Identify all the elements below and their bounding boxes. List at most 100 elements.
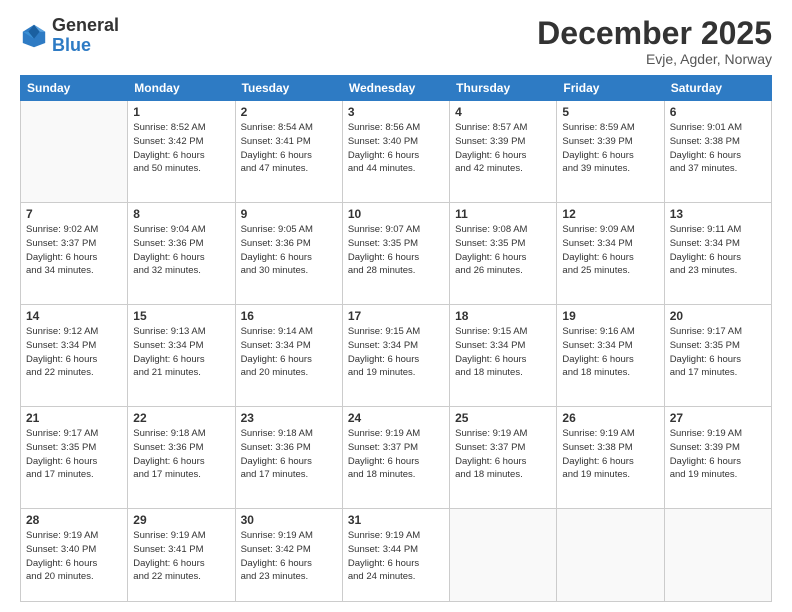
day-info: Sunrise: 9:19 AM Sunset: 3:37 PM Dayligh… bbox=[455, 427, 551, 482]
logo-text: General Blue bbox=[52, 16, 119, 56]
day-info: Sunrise: 9:19 AM Sunset: 3:40 PM Dayligh… bbox=[26, 529, 122, 584]
day-info: Sunrise: 9:14 AM Sunset: 3:34 PM Dayligh… bbox=[241, 325, 337, 380]
day-info: Sunrise: 9:12 AM Sunset: 3:34 PM Dayligh… bbox=[26, 325, 122, 380]
day-info: Sunrise: 9:19 AM Sunset: 3:37 PM Dayligh… bbox=[348, 427, 444, 482]
day-cell: 27 Sunrise: 9:19 AM Sunset: 3:39 PM Dayli… bbox=[664, 407, 771, 509]
day-number: 23 bbox=[241, 411, 337, 425]
day-number: 5 bbox=[562, 105, 658, 119]
day-cell: 7 Sunrise: 9:02 AM Sunset: 3:37 PM Daylig… bbox=[21, 203, 128, 305]
day-info: Sunrise: 8:54 AM Sunset: 3:41 PM Dayligh… bbox=[241, 121, 337, 176]
day-info: Sunrise: 8:56 AM Sunset: 3:40 PM Dayligh… bbox=[348, 121, 444, 176]
day-number: 12 bbox=[562, 207, 658, 221]
logo-blue: Blue bbox=[52, 36, 119, 56]
day-cell: 3 Sunrise: 8:56 AM Sunset: 3:40 PM Daylig… bbox=[342, 101, 449, 203]
day-cell: 8 Sunrise: 9:04 AM Sunset: 3:36 PM Daylig… bbox=[128, 203, 235, 305]
day-info: Sunrise: 9:18 AM Sunset: 3:36 PM Dayligh… bbox=[241, 427, 337, 482]
day-cell: 6Sunrise: 9:01 AM Sunset: 3:38 PM Daylig… bbox=[664, 101, 771, 203]
day-info: Sunrise: 9:16 AM Sunset: 3:34 PM Dayligh… bbox=[562, 325, 658, 380]
day-number: 4 bbox=[455, 105, 551, 119]
week-row-3: 14Sunrise: 9:12 AM Sunset: 3:34 PM Dayli… bbox=[21, 305, 772, 407]
page: General Blue December 2025 Evje, Agder, … bbox=[0, 0, 792, 612]
day-cell: 25 Sunrise: 9:19 AM Sunset: 3:37 PM Dayli… bbox=[450, 407, 557, 509]
header: General Blue December 2025 Evje, Agder, … bbox=[20, 16, 772, 67]
day-cell: 15 Sunrise: 9:13 AM Sunset: 3:34 PM Dayli… bbox=[128, 305, 235, 407]
day-info: Sunrise: 8:57 AM Sunset: 3:39 PM Dayligh… bbox=[455, 121, 551, 176]
day-number: 27 bbox=[670, 411, 766, 425]
day-cell bbox=[664, 509, 771, 602]
day-number: 7 bbox=[26, 207, 122, 221]
day-info: Sunrise: 9:07 AM Sunset: 3:35 PM Dayligh… bbox=[348, 223, 444, 278]
day-info: Sunrise: 9:19 AM Sunset: 3:42 PM Dayligh… bbox=[241, 529, 337, 584]
week-row-5: 28Sunrise: 9:19 AM Sunset: 3:40 PM Dayli… bbox=[21, 509, 772, 602]
day-number: 25 bbox=[455, 411, 551, 425]
day-number: 15 bbox=[133, 309, 229, 323]
day-info: Sunrise: 9:13 AM Sunset: 3:34 PM Dayligh… bbox=[133, 325, 229, 380]
day-info: Sunrise: 9:11 AM Sunset: 3:34 PM Dayligh… bbox=[670, 223, 766, 278]
day-cell bbox=[450, 509, 557, 602]
day-info: Sunrise: 9:02 AM Sunset: 3:37 PM Dayligh… bbox=[26, 223, 122, 278]
day-number: 6 bbox=[670, 105, 766, 119]
day-cell: 29 Sunrise: 9:19 AM Sunset: 3:41 PM Dayli… bbox=[128, 509, 235, 602]
day-info: Sunrise: 9:09 AM Sunset: 3:34 PM Dayligh… bbox=[562, 223, 658, 278]
day-info: Sunrise: 9:04 AM Sunset: 3:36 PM Dayligh… bbox=[133, 223, 229, 278]
day-cell: 10 Sunrise: 9:07 AM Sunset: 3:35 PM Dayli… bbox=[342, 203, 449, 305]
day-cell bbox=[557, 509, 664, 602]
day-number: 2 bbox=[241, 105, 337, 119]
day-info: Sunrise: 9:15 AM Sunset: 3:34 PM Dayligh… bbox=[455, 325, 551, 380]
day-cell: 19Sunrise: 9:16 AM Sunset: 3:34 PM Dayli… bbox=[557, 305, 664, 407]
day-cell: 4 Sunrise: 8:57 AM Sunset: 3:39 PM Daylig… bbox=[450, 101, 557, 203]
col-wednesday: Wednesday bbox=[342, 76, 449, 101]
day-number: 20 bbox=[670, 309, 766, 323]
day-cell: 20Sunrise: 9:17 AM Sunset: 3:35 PM Dayli… bbox=[664, 305, 771, 407]
day-info: Sunrise: 8:52 AM Sunset: 3:42 PM Dayligh… bbox=[133, 121, 229, 176]
day-cell: 28Sunrise: 9:19 AM Sunset: 3:40 PM Dayli… bbox=[21, 509, 128, 602]
col-monday: Monday bbox=[128, 76, 235, 101]
day-cell: 18Sunrise: 9:15 AM Sunset: 3:34 PM Dayli… bbox=[450, 305, 557, 407]
day-number: 21 bbox=[26, 411, 122, 425]
day-cell bbox=[21, 101, 128, 203]
logo: General Blue bbox=[20, 16, 119, 56]
day-cell: 9Sunrise: 9:05 AM Sunset: 3:36 PM Daylig… bbox=[235, 203, 342, 305]
calendar-table: Sunday Monday Tuesday Wednesday Thursday… bbox=[20, 75, 772, 602]
day-info: Sunrise: 9:19 AM Sunset: 3:38 PM Dayligh… bbox=[562, 427, 658, 482]
calendar-body: 1Sunrise: 8:52 AM Sunset: 3:42 PM Daylig… bbox=[21, 101, 772, 602]
day-info: Sunrise: 9:08 AM Sunset: 3:35 PM Dayligh… bbox=[455, 223, 551, 278]
day-number: 31 bbox=[348, 513, 444, 527]
col-sunday: Sunday bbox=[21, 76, 128, 101]
day-cell: 13Sunrise: 9:11 AM Sunset: 3:34 PM Dayli… bbox=[664, 203, 771, 305]
day-number: 17 bbox=[348, 309, 444, 323]
day-cell: 24 Sunrise: 9:19 AM Sunset: 3:37 PM Dayli… bbox=[342, 407, 449, 509]
day-info: Sunrise: 9:19 AM Sunset: 3:41 PM Dayligh… bbox=[133, 529, 229, 584]
day-number: 3 bbox=[348, 105, 444, 119]
month-title: December 2025 bbox=[537, 16, 772, 51]
day-info: Sunrise: 9:18 AM Sunset: 3:36 PM Dayligh… bbox=[133, 427, 229, 482]
calendar-header: Sunday Monday Tuesday Wednesday Thursday… bbox=[21, 76, 772, 101]
header-row: Sunday Monday Tuesday Wednesday Thursday… bbox=[21, 76, 772, 101]
day-cell: 17Sunrise: 9:15 AM Sunset: 3:34 PM Dayli… bbox=[342, 305, 449, 407]
day-number: 8 bbox=[133, 207, 229, 221]
logo-general: General bbox=[52, 16, 119, 36]
day-number: 26 bbox=[562, 411, 658, 425]
day-number: 11 bbox=[455, 207, 551, 221]
day-number: 22 bbox=[133, 411, 229, 425]
week-row-1: 1Sunrise: 8:52 AM Sunset: 3:42 PM Daylig… bbox=[21, 101, 772, 203]
day-cell: 2 Sunrise: 8:54 AM Sunset: 3:41 PM Daylig… bbox=[235, 101, 342, 203]
day-cell: 30Sunrise: 9:19 AM Sunset: 3:42 PM Dayli… bbox=[235, 509, 342, 602]
day-cell: 5 Sunrise: 8:59 AM Sunset: 3:39 PM Daylig… bbox=[557, 101, 664, 203]
day-number: 10 bbox=[348, 207, 444, 221]
col-friday: Friday bbox=[557, 76, 664, 101]
day-cell: 16Sunrise: 9:14 AM Sunset: 3:34 PM Dayli… bbox=[235, 305, 342, 407]
col-tuesday: Tuesday bbox=[235, 76, 342, 101]
day-cell: 31Sunrise: 9:19 AM Sunset: 3:44 PM Dayli… bbox=[342, 509, 449, 602]
col-thursday: Thursday bbox=[450, 76, 557, 101]
day-info: Sunrise: 9:19 AM Sunset: 3:39 PM Dayligh… bbox=[670, 427, 766, 482]
week-row-2: 7 Sunrise: 9:02 AM Sunset: 3:37 PM Daylig… bbox=[21, 203, 772, 305]
day-cell: 14Sunrise: 9:12 AM Sunset: 3:34 PM Dayli… bbox=[21, 305, 128, 407]
location: Evje, Agder, Norway bbox=[537, 51, 772, 67]
day-cell: 11 Sunrise: 9:08 AM Sunset: 3:35 PM Dayli… bbox=[450, 203, 557, 305]
day-number: 29 bbox=[133, 513, 229, 527]
day-info: Sunrise: 9:17 AM Sunset: 3:35 PM Dayligh… bbox=[26, 427, 122, 482]
day-number: 9 bbox=[241, 207, 337, 221]
day-number: 24 bbox=[348, 411, 444, 425]
day-info: Sunrise: 8:59 AM Sunset: 3:39 PM Dayligh… bbox=[562, 121, 658, 176]
